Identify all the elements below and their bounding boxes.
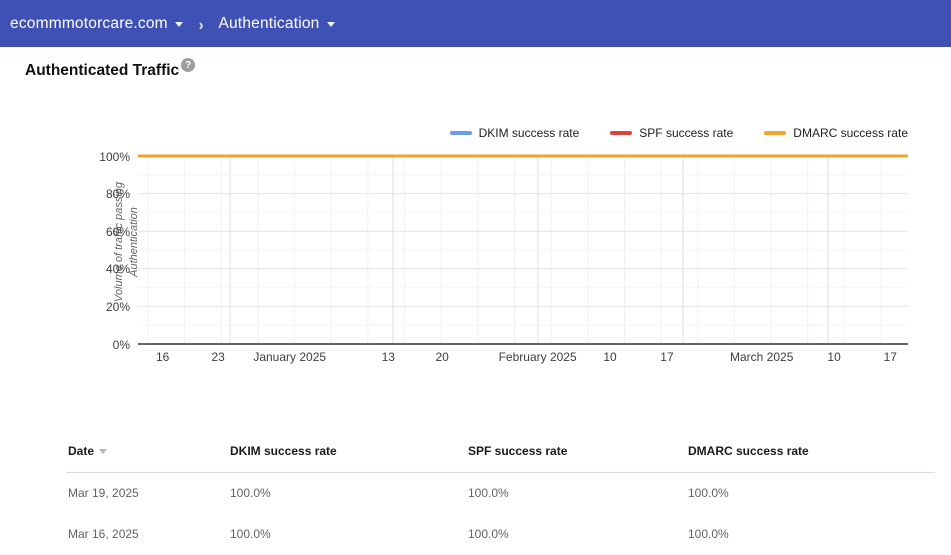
top-navbar: ecommmotorcare.com › Authentication	[0, 0, 951, 47]
postmaster-dashboard: ecommmotorcare.com › Authentication Auth…	[0, 0, 951, 555]
y-tick-label: 20%	[105, 299, 130, 314]
x-tick-label: 16	[155, 350, 170, 364]
table-header-date[interactable]: Date	[68, 444, 108, 458]
table-header-dkim: DKIM success rate	[230, 444, 337, 458]
x-tick-label: 10	[827, 350, 841, 364]
table-header-row: Date DKIM success rate SPF success rate …	[0, 444, 951, 460]
dkim-line-swatch	[449, 131, 472, 135]
sort-desc-icon	[99, 449, 108, 454]
authenticated-traffic-chart: Volume of traffic passing Authentication…	[99, 150, 908, 364]
legend-label: DMARC success rate	[793, 126, 908, 140]
section-selector-label: Authentication	[218, 14, 320, 32]
help-icon[interactable]: ?	[181, 58, 196, 72]
chevron-down-icon	[326, 22, 335, 27]
cell-spf: 100.0%	[468, 486, 509, 500]
x-tick-label: 23	[211, 350, 225, 364]
breadcrumb-chevron-icon: ›	[198, 14, 204, 33]
chevron-down-icon	[174, 22, 183, 27]
cell-dkim: 100.0%	[230, 486, 271, 500]
cell-dmarc: 100.0%	[688, 486, 729, 500]
x-axis-tick-labels: 16 23 January 2025 13 20 February 2025 10 17 Mar…	[138, 350, 908, 366]
x-tick-label: 10	[603, 350, 617, 364]
spf-line-swatch	[610, 131, 633, 135]
x-tick-label: January 2025	[253, 350, 327, 364]
table-header-dmarc: DMARC success rate	[688, 444, 809, 458]
table-row: Mar 16, 2025 100.0% 100.0% 100.0%	[0, 527, 951, 543]
y-tick-label: 80%	[105, 187, 130, 202]
y-tick-label: 60%	[105, 224, 130, 239]
x-tick-label: 17	[660, 350, 674, 364]
x-tick-label: 13	[381, 350, 395, 364]
cell-date: Mar 16, 2025	[68, 527, 139, 541]
y-axis-tick-labels: 100% 80% 60% 40% 20% 0%	[72, 150, 130, 352]
x-tick-label: 17	[883, 350, 897, 364]
cell-dkim: 100.0%	[230, 527, 271, 541]
legend-label: DKIM success rate	[478, 126, 580, 140]
table-row: Mar 19, 2025 100.0% 100.0% 100.0%	[0, 486, 951, 502]
domain-selector-label: ecommmotorcare.com	[10, 14, 168, 32]
x-tick-label: February 2025	[498, 350, 577, 364]
legend-label: SPF success rate	[639, 126, 734, 140]
y-tick-label: 0%	[112, 337, 130, 352]
chart-legend: DKIM success rate SPF success rate DMARC…	[419, 126, 908, 140]
x-tick-label: 20	[435, 350, 449, 364]
legend-item-dmarc: DMARC success rate	[764, 126, 908, 140]
table-header-spf: SPF success rate	[468, 444, 568, 458]
cell-spf: 100.0%	[468, 527, 509, 541]
y-tick-label: 40%	[105, 262, 130, 277]
cell-date: Mar 19, 2025	[68, 486, 139, 500]
x-tick-label: March 2025	[730, 350, 794, 364]
domain-selector-dropdown[interactable]: ecommmotorcare.com	[10, 15, 183, 33]
legend-item-dkim: DKIM success rate	[449, 126, 580, 140]
legend-item-spf: SPF success rate	[610, 126, 733, 140]
page-title-row: Authenticated Traffic ?	[25, 58, 196, 80]
page-title: Authenticated Traffic	[25, 62, 180, 79]
cell-dmarc: 100.0%	[688, 527, 729, 541]
section-selector-dropdown[interactable]: Authentication	[218, 14, 335, 33]
dmarc-line-swatch	[764, 131, 787, 135]
plot-area[interactable]	[138, 154, 908, 348]
y-tick-label: 100%	[99, 149, 130, 164]
table-header-divider	[66, 472, 935, 473]
